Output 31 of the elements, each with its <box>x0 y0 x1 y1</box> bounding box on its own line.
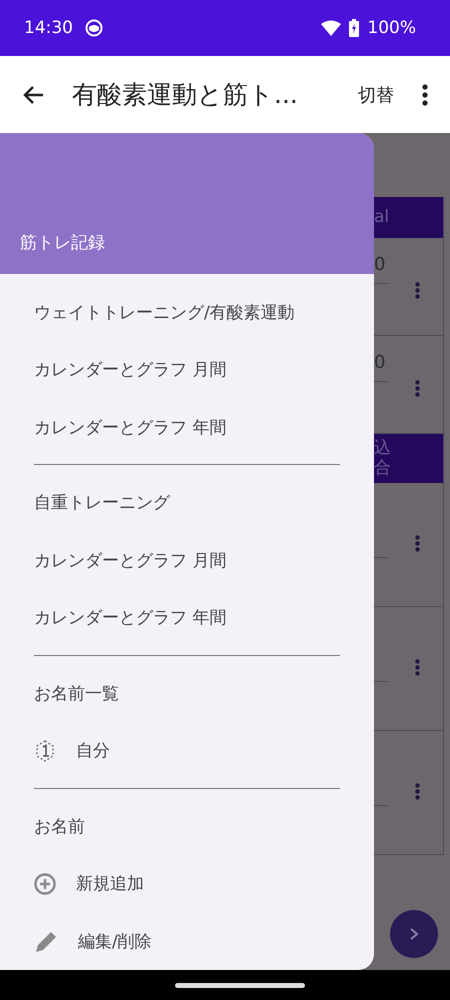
face-icon <box>85 19 103 37</box>
battery-icon <box>349 19 360 37</box>
home-handle[interactable] <box>175 982 305 988</box>
add-circle-icon <box>34 872 56 895</box>
pencil-icon <box>34 929 58 954</box>
number-one-icon <box>34 738 56 763</box>
drawer-item[interactable]: 編集/削除 <box>34 912 340 970</box>
switch-button[interactable]: 切替 <box>352 76 400 112</box>
drawer-item[interactable]: 自重トレーニング <box>34 474 340 532</box>
screen-title: 有酸素運動と筋ト... <box>72 79 298 111</box>
next-button[interactable] <box>390 910 438 958</box>
battery-level: 100% <box>367 18 416 38</box>
drawer-title: 筋トレ記録 <box>20 232 105 254</box>
clock: 14:30 <box>24 18 73 38</box>
cell-value: 0 <box>374 254 386 275</box>
drawer-item[interactable]: ウェイトトレーニング/有酸素運動 <box>34 284 340 341</box>
drawer-item[interactable]: カレンダーとグラフ 年間 <box>34 398 340 456</box>
cell-value: 0 <box>374 352 386 373</box>
header-text: 込 合 <box>374 437 391 480</box>
drawer-item[interactable]: 新規追加 <box>34 855 340 912</box>
drawer-item[interactable]: 自分 <box>34 722 340 780</box>
chevron-right-icon <box>409 927 419 941</box>
more-icon[interactable] <box>422 84 428 106</box>
drawer-item[interactable]: お名前一覧 <box>34 664 340 722</box>
drawer-item[interactable]: カレンダーとグラフ 月間 <box>34 532 340 589</box>
wifi-icon <box>321 20 342 36</box>
drawer-item[interactable]: カレンダーとグラフ 年間 <box>34 589 340 646</box>
back-arrow-icon[interactable] <box>22 84 44 104</box>
drawer-item[interactable]: カレンダーとグラフ 月間 <box>34 341 340 398</box>
header-text: al <box>374 206 390 230</box>
drawer-item[interactable]: お名前 <box>34 798 340 855</box>
